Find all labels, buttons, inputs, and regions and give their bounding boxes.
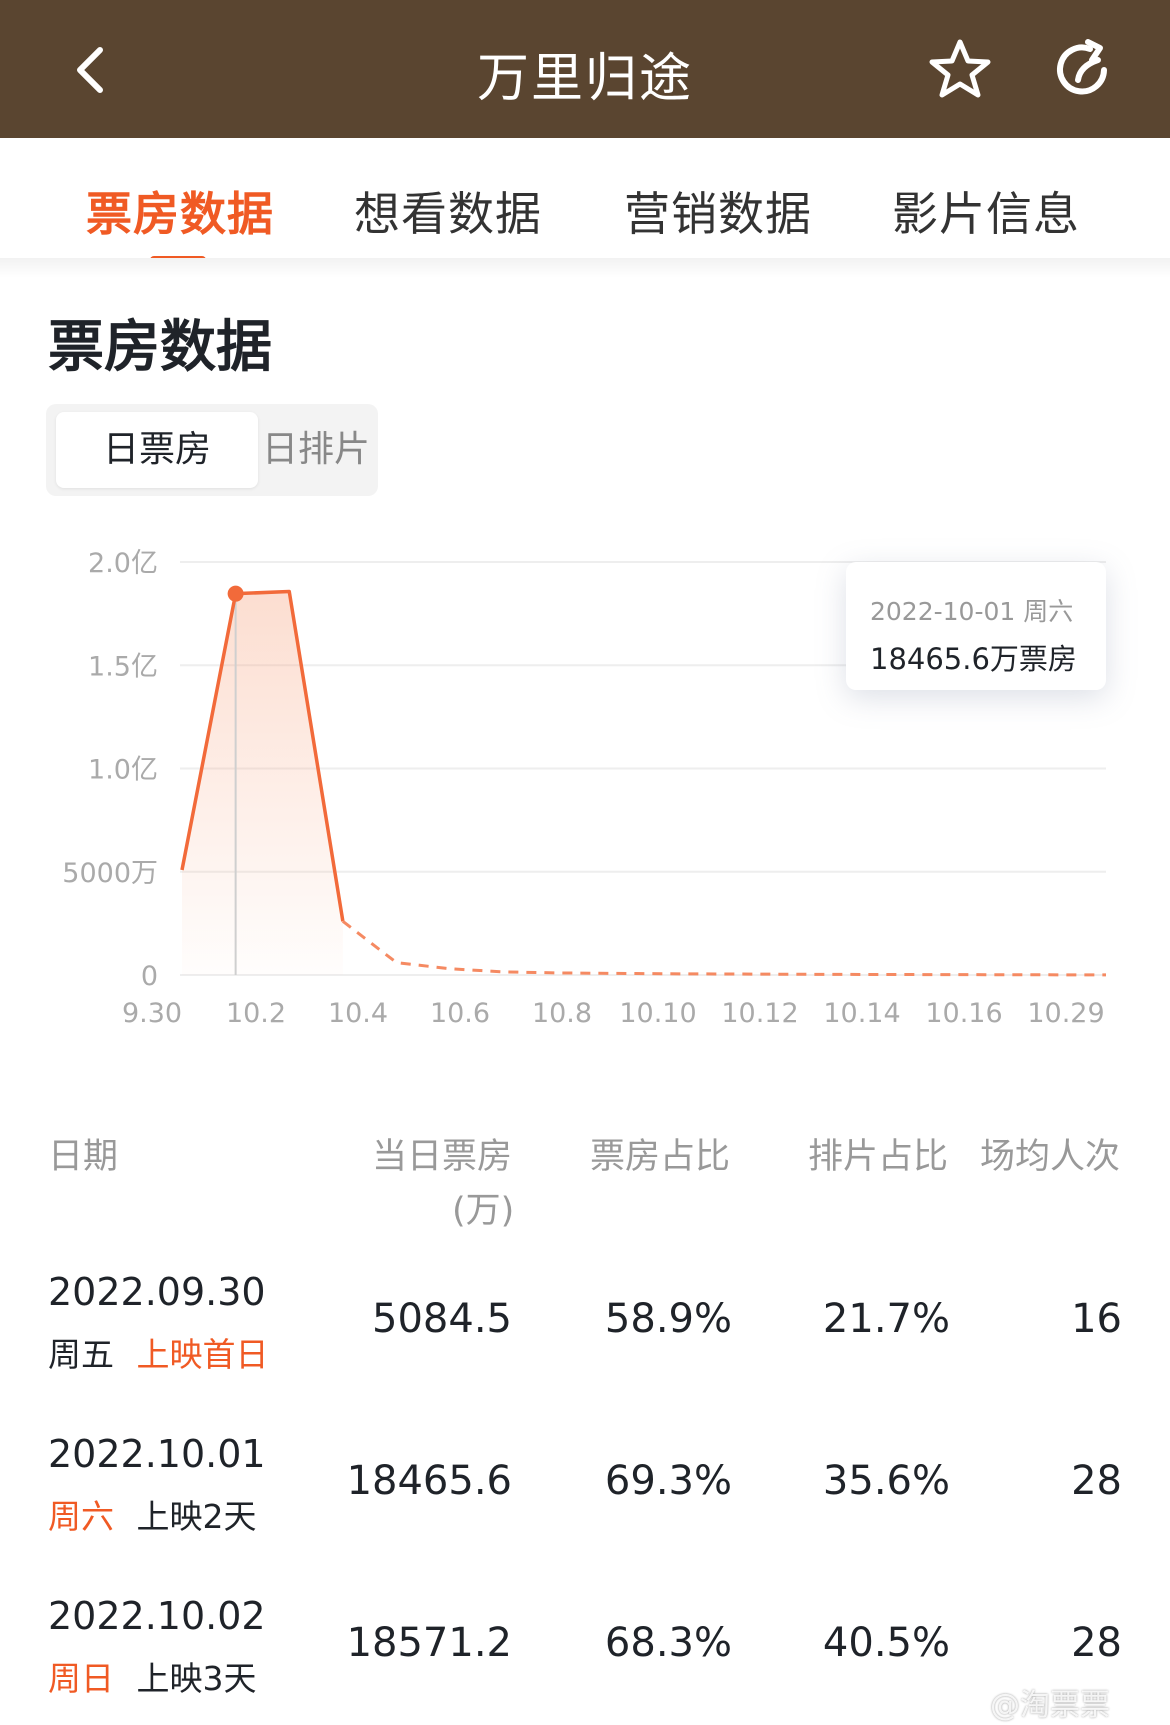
share-icon[interactable] bbox=[1050, 36, 1118, 104]
tooltip-value: 18465.6万票房 bbox=[870, 642, 1077, 676]
row-date: 2022.10.02 bbox=[48, 1594, 266, 1638]
row-avg-attendance: 28 bbox=[1071, 1458, 1122, 1504]
header-date: 日期 bbox=[48, 1137, 119, 1177]
x-tick-label: 10.10 bbox=[619, 998, 696, 1029]
row-avg-attendance: 28 bbox=[1071, 1620, 1122, 1666]
row-date: 2022.10.01 bbox=[48, 1432, 266, 1476]
page-title: 万里归途 bbox=[476, 49, 693, 109]
star-icon[interactable] bbox=[926, 36, 994, 104]
tab-box-office[interactable]: 票房数据 bbox=[86, 178, 274, 244]
row-screen-share: 35.6% bbox=[822, 1458, 950, 1504]
y-tick-label: 1.0亿 bbox=[88, 755, 158, 786]
tab-film-info[interactable]: 影片信息 bbox=[892, 178, 1080, 244]
watermark: @淘票票 bbox=[990, 1688, 1110, 1723]
tab-marketing[interactable]: 营销数据 bbox=[624, 178, 812, 244]
tab-bar: 票房数据 想看数据 营销数据 影片信息 bbox=[0, 138, 1170, 266]
row-screen-share: 21.7% bbox=[822, 1296, 950, 1342]
row-day-info: 周六 上映2天 bbox=[48, 1490, 257, 1538]
row-day-info: 周五 上映首日 bbox=[48, 1328, 269, 1376]
row-box-office: 18465.6 bbox=[346, 1458, 512, 1504]
x-tick-label: 10.29 bbox=[1027, 998, 1104, 1029]
row-release-tag: 上映首日 bbox=[136, 1335, 269, 1374]
row-box-office: 5084.5 bbox=[372, 1296, 512, 1342]
row-box-office: 18571.2 bbox=[346, 1620, 512, 1666]
section-title: 票房数据 bbox=[48, 315, 272, 380]
tab-want-to-see[interactable]: 想看数据 bbox=[354, 178, 542, 244]
y-tick-label: 0 bbox=[141, 961, 158, 992]
row-avg-attendance: 16 bbox=[1071, 1296, 1122, 1342]
row-weekday: 周日 bbox=[48, 1659, 114, 1698]
tooltip-date: 2022-10-01 周六 bbox=[870, 597, 1074, 626]
y-tick-label: 1.5亿 bbox=[88, 651, 158, 682]
chart-tooltip: 2022-10-01 周六 18465.6万票房 bbox=[846, 562, 1106, 690]
row-release-tag: 上映3天 bbox=[136, 1659, 257, 1698]
row-box-share: 69.3% bbox=[604, 1458, 732, 1504]
x-tick-label: 10.12 bbox=[721, 998, 798, 1029]
header-daily-box-office: 当日票房 bbox=[372, 1137, 513, 1177]
row-date: 2022.09.30 bbox=[48, 1270, 266, 1314]
row-weekday: 周六 bbox=[48, 1497, 114, 1536]
x-tick-label: 10.8 bbox=[532, 998, 592, 1029]
y-tick-label: 5000万 bbox=[62, 858, 158, 889]
row-day-info: 周日 上映3天 bbox=[48, 1652, 257, 1700]
row-screen-share: 40.5% bbox=[822, 1620, 950, 1666]
header-unit: (万) bbox=[452, 1191, 515, 1231]
header-box-share: 票房占比 bbox=[590, 1137, 731, 1177]
header-screen-share: 排片占比 bbox=[808, 1137, 949, 1177]
x-tick-label: 10.6 bbox=[430, 998, 490, 1029]
highlight-point bbox=[227, 585, 244, 602]
header-avg-attendance: 场均人次 bbox=[980, 1137, 1121, 1177]
top-bar: 万里归途 bbox=[0, 0, 1170, 138]
x-tick-label: 10.4 bbox=[328, 998, 388, 1029]
segment-daily-box-office[interactable]: 日票房 bbox=[56, 412, 258, 488]
row-box-share: 58.9% bbox=[604, 1296, 732, 1342]
row-release-tag: 上映2天 bbox=[136, 1497, 257, 1536]
segmented-control: 日票房 日排片 bbox=[46, 404, 378, 496]
y-tick-label: 2.0亿 bbox=[88, 548, 158, 579]
row-box-share: 68.3% bbox=[604, 1620, 732, 1666]
series-line-projected bbox=[341, 920, 1107, 977]
divider bbox=[0, 258, 1170, 278]
segment-daily-screening[interactable]: 日排片 bbox=[258, 412, 374, 488]
x-tick-label: 9.30 bbox=[122, 998, 182, 1029]
x-tick-label: 10.14 bbox=[823, 998, 900, 1029]
x-tick-label: 10.2 bbox=[226, 998, 286, 1029]
x-tick-label: 10.16 bbox=[925, 998, 1002, 1029]
row-weekday: 周五 bbox=[48, 1335, 114, 1374]
